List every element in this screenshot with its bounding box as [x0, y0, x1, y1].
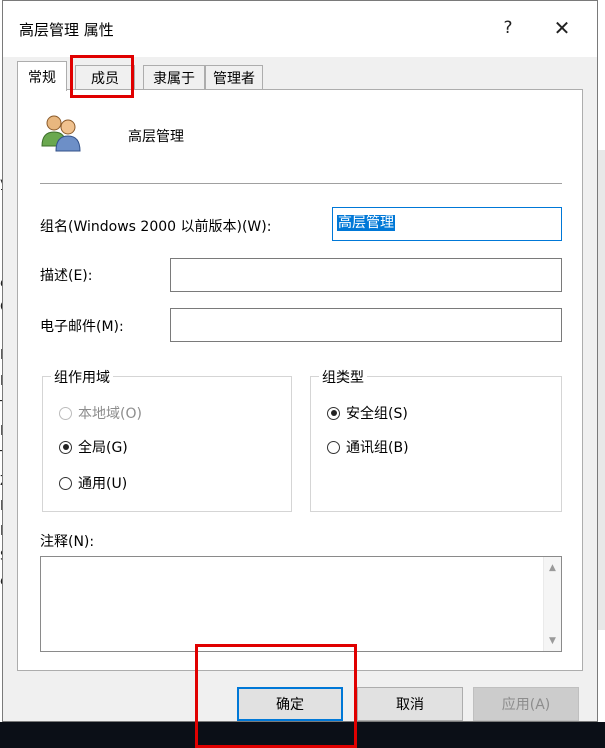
group-scope-box: 组作用域 本地域(O) 全局(G) 通用(U) — [42, 367, 292, 512]
group-name-value: 高层管理 — [337, 215, 395, 231]
group-scope-title: 组作用域 — [51, 367, 113, 387]
tab-members[interactable]: 成员 — [75, 65, 135, 89]
window-title: 高层管理 属性 — [19, 21, 114, 39]
group-type-title: 组类型 — [319, 367, 367, 387]
scope-universal-option[interactable]: 通用(U) — [59, 473, 127, 493]
scope-universal-label: 通用(U) — [78, 476, 128, 492]
email-input[interactable] — [170, 308, 562, 342]
radio-button[interactable] — [327, 440, 340, 454]
close-button[interactable]: ✕ — [539, 9, 585, 47]
group-name-input[interactable]: 高层管理 — [332, 207, 562, 241]
cancel-button[interactable]: 取消 — [357, 687, 463, 721]
radio-button[interactable] — [59, 476, 72, 490]
tab-general[interactable]: 常规 — [17, 61, 67, 91]
type-distribution-option[interactable]: 通讯组(B) — [327, 437, 409, 457]
scope-domain-local-option[interactable]: 本地域(O) — [59, 403, 142, 423]
type-security-label: 安全组(S) — [346, 406, 408, 422]
help-button[interactable]: ? — [485, 9, 531, 47]
group-users-icon — [41, 115, 81, 152]
group-display-name: 高层管理 — [128, 129, 184, 145]
description-input[interactable] — [170, 258, 562, 292]
notes-label: 注释(N): — [40, 534, 95, 550]
radio-button[interactable] — [327, 406, 340, 420]
notes-scrollbar[interactable]: ▲ ▼ — [543, 557, 561, 651]
apply-button[interactable]: 应用(A) — [473, 687, 579, 721]
group-name-label: 组名(Windows 2000 以前版本)(W): — [40, 219, 272, 235]
scroll-down-icon[interactable]: ▼ — [544, 632, 561, 649]
properties-dialog: 高层管理 属性 ? ✕ 常规 成员 隶属于 管理者 高层管理 组名(Window… — [2, 0, 598, 722]
scroll-up-icon[interactable]: ▲ — [544, 559, 561, 576]
group-type-box: 组类型 安全组(S) 通讯组(B) — [310, 367, 562, 512]
type-distribution-label: 通讯组(B) — [346, 440, 409, 456]
title-bar: 高层管理 属性 ? ✕ — [3, 1, 597, 57]
email-label: 电子邮件(M): — [40, 319, 124, 335]
tab-managed-by[interactable]: 管理者 — [205, 65, 263, 89]
general-tab-panel: 高层管理 组名(Windows 2000 以前版本)(W): 高层管理 描述(E… — [17, 89, 583, 671]
notes-textarea[interactable]: ▲ ▼ — [40, 556, 562, 652]
divider — [40, 183, 562, 184]
description-label: 描述(E): — [40, 268, 93, 284]
radio-button[interactable] — [59, 440, 72, 454]
tab-member-of[interactable]: 隶属于 — [143, 65, 205, 89]
scope-global-option[interactable]: 全局(G) — [59, 437, 128, 457]
type-security-option[interactable]: 安全组(S) — [327, 403, 408, 423]
scope-domain-local-label: 本地域(O) — [78, 406, 142, 422]
scope-global-label: 全局(G) — [78, 440, 128, 456]
radio-button[interactable] — [59, 406, 72, 420]
ok-button[interactable]: 确定 — [237, 687, 343, 721]
taskbar — [0, 722, 605, 748]
